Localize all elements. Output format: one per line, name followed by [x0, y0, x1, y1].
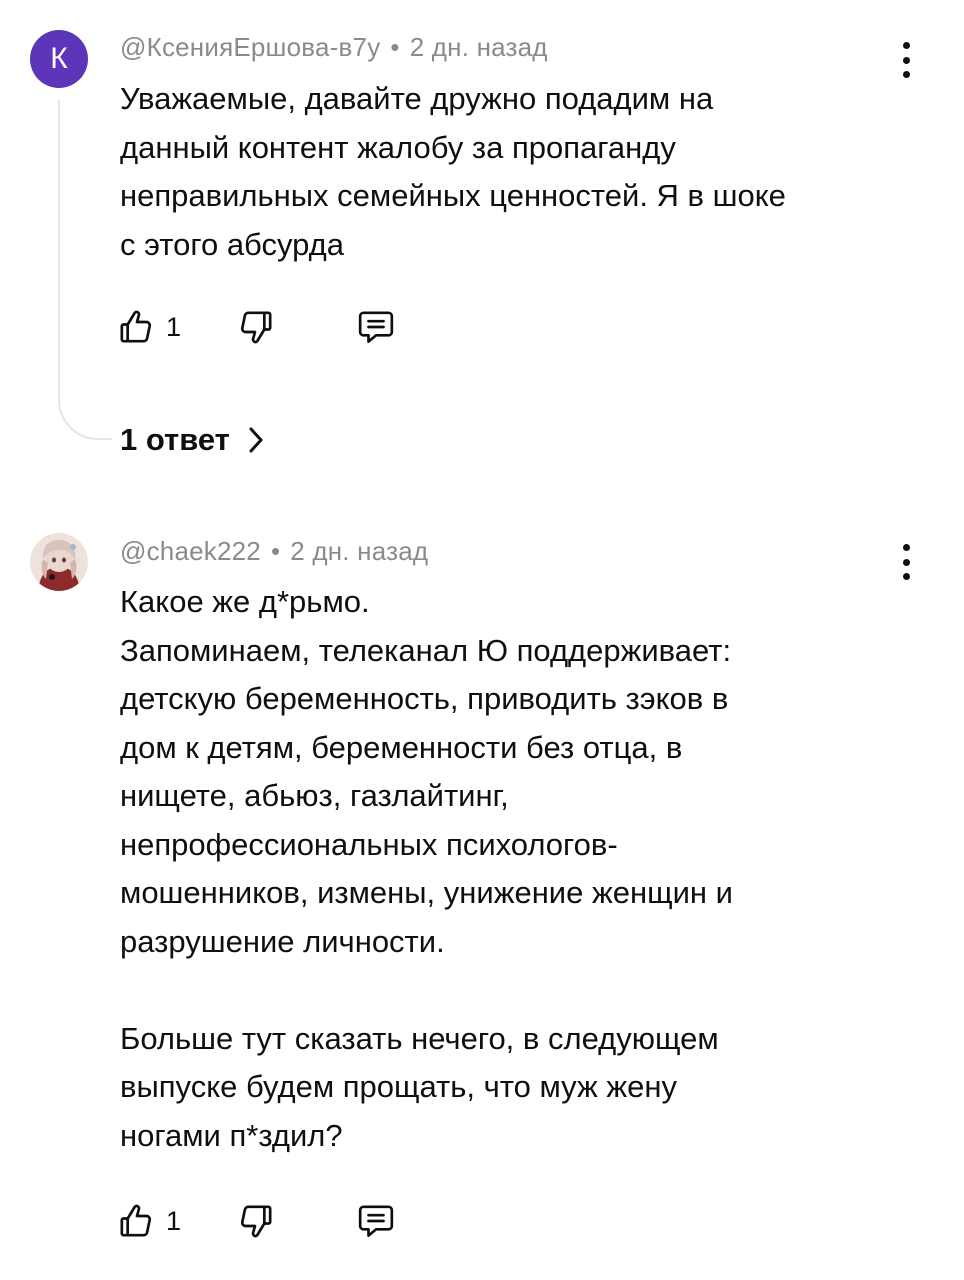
replies-label: 1 ответ [120, 422, 230, 457]
reply-button[interactable] [354, 307, 398, 347]
comment-meta: @chaek222 • 2 дн. назад [120, 536, 428, 567]
comment-author[interactable]: @chaek222 [120, 536, 261, 566]
like-count: 1 [166, 311, 182, 342]
comment-author[interactable]: @КсенияЕршова-в7у [120, 32, 380, 62]
comment-time[interactable]: 2 дн. назад [290, 536, 428, 566]
thumb-down-icon [240, 311, 272, 344]
thumb-up-icon [120, 310, 152, 343]
reply-thread-line [58, 100, 112, 440]
thumb-up-icon [120, 1204, 152, 1237]
more-vertical-icon[interactable] [894, 40, 918, 80]
dislike-button[interactable] [236, 1201, 354, 1241]
comment-actions: 1 [116, 1196, 398, 1246]
like-button[interactable]: 1 [116, 307, 236, 347]
reply-comment-icon [358, 311, 394, 343]
comment: К @КсенияЕршова-в7у • 2 дн. назад Уважаемы… [0, 0, 964, 500]
comment-time[interactable]: 2 дн. назад [410, 32, 548, 62]
avatar-image [30, 533, 88, 591]
reply-comment-icon [358, 1205, 394, 1237]
reply-button[interactable] [354, 1201, 398, 1241]
meta-separator: • [270, 536, 281, 566]
comment-text: Уважаемые, давайте дружно подадим на дан… [120, 81, 786, 262]
chevron-right-icon [249, 427, 263, 453]
like-button[interactable]: 1 [116, 1201, 236, 1241]
avatar[interactable]: К [30, 30, 88, 88]
avatar[interactable] [30, 533, 88, 591]
like-count: 1 [166, 1205, 182, 1236]
avatar-letter: К [50, 42, 68, 75]
meta-separator: • [390, 32, 400, 62]
comment: @chaek222 • 2 дн. назад Какое же д*рьмо. З… [0, 500, 964, 1280]
more-vertical-icon[interactable] [894, 542, 918, 582]
thumb-down-icon [240, 1205, 272, 1238]
view-replies-button[interactable]: 1 ответ [120, 422, 264, 458]
comment-actions: 1 [116, 302, 398, 352]
comment-meta: @КсенияЕршова-в7у • 2 дн. назад [120, 32, 548, 63]
dislike-button[interactable] [236, 307, 354, 347]
comment-text: Какое же д*рьмо. Запоминаем, телеканал Ю… [120, 584, 733, 1153]
